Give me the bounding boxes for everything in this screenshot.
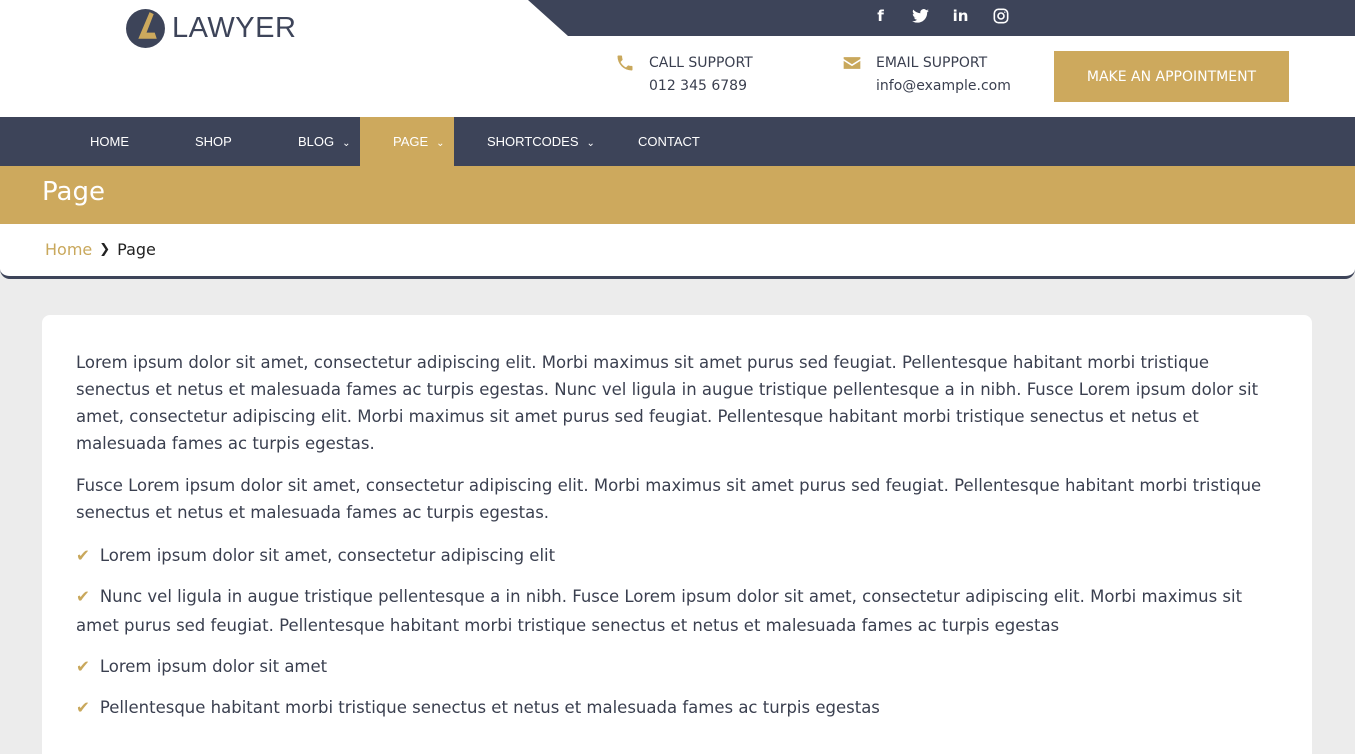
nav-contact-label: CONTACT [638, 134, 700, 149]
nav-page[interactable]: PAGE ⌄ [360, 117, 454, 166]
breadcrumb-current: Page [117, 240, 156, 259]
nav-home[interactable]: HOME [90, 117, 129, 166]
check-icon: ✔ [76, 587, 90, 606]
paragraph: Fusce Lorem ipsum dolor sit amet, consec… [76, 476, 1262, 522]
content-card: Lorem ipsum dolor sit amet, consectetur … [42, 315, 1312, 754]
list-item: ✔ Pellentesque habitant morbi tristique s… [76, 693, 1271, 722]
check-icon: ✔ [76, 546, 90, 565]
page-content: Lorem ipsum dolor sit amet, consectetur … [76, 349, 1271, 734]
breadcrumb: Home ❯ Page [45, 240, 156, 259]
list-item: ✔ Nunc vel ligula in augue tristique pell… [76, 582, 1271, 640]
nav-shop-label: SHOP [195, 134, 232, 149]
breadcrumb-home[interactable]: Home [45, 240, 92, 259]
list-item: ✔ Lorem ipsum dolor sit amet [76, 652, 1271, 681]
phone-number[interactable]: 012 345 6789 [649, 73, 753, 99]
chevron-down-icon: ⌄ [586, 138, 595, 149]
nav-home-label: HOME [90, 134, 129, 149]
list-item-text: Lorem ipsum dolor sit amet [99, 657, 328, 676]
twitter-icon[interactable] [908, 5, 933, 27]
paragraph: Lorem ipsum dolor sit amet, consectetur … [76, 353, 1259, 453]
site-logo[interactable]: LAWYER [125, 8, 296, 49]
email-support-label: EMAIL SUPPORT [876, 55, 988, 71]
page-title: Page [42, 177, 105, 207]
check-icon: ✔ [76, 657, 90, 676]
nav-contact[interactable]: CONTACT [638, 117, 700, 166]
phone-icon [617, 55, 633, 71]
nav-blog-label: BLOG [298, 134, 335, 149]
facebook-icon[interactable]: f [868, 5, 893, 27]
envelope-icon [843, 57, 861, 69]
chevron-down-icon: ⌄ [436, 138, 445, 149]
list-item-text: Nunc vel ligula in augue tristique pelle… [76, 587, 1243, 635]
nav-shortcodes-label: SHORTCODES [487, 134, 579, 149]
breadcrumb-bar: Home ❯ Page [0, 224, 1355, 279]
nav-blog[interactable]: BLOG ⌄ [298, 117, 351, 166]
list-item-text: Lorem ipsum dolor sit amet, consectetur … [99, 546, 556, 565]
nav-shop[interactable]: SHOP [195, 117, 232, 166]
main-nav: HOME SHOP BLOG ⌄ PAGE ⌄ SHORTCODES ⌄ CONTAC… [0, 117, 1355, 166]
logo-icon [126, 9, 165, 48]
make-appointment-button[interactable]: MAKE AN APPOINTMENT [1054, 51, 1289, 102]
linkedin-icon[interactable]: in [948, 5, 973, 27]
nav-shortcodes[interactable]: SHORTCODES ⌄ [487, 117, 595, 166]
site-header: f in LAWYER CALL SUPPORT 012 345 6789 EM… [0, 0, 1355, 117]
nav-page-label: PAGE [393, 134, 429, 149]
brand-name: LAWYER [172, 12, 297, 44]
chevron-down-icon: ⌄ [342, 138, 351, 149]
page-title-band: Page [0, 166, 1355, 224]
email-support: EMAIL SUPPORT info@example.com [842, 53, 1011, 99]
instagram-icon[interactable] [988, 5, 1013, 27]
call-support-label: CALL SUPPORT [649, 55, 753, 71]
list-item: ✔ Lorem ipsum dolor sit amet, consectetur… [76, 541, 1271, 570]
chevron-right-icon: ❯ [99, 242, 111, 257]
check-list: ✔ Lorem ipsum dolor sit amet, consectetur… [76, 541, 1271, 722]
call-support: CALL SUPPORT 012 345 6789 [615, 53, 753, 99]
check-icon: ✔ [76, 698, 90, 717]
social-links: f in [868, 5, 1013, 27]
list-item-text: Pellentesque habitant morbi tristique se… [99, 698, 880, 717]
email-address[interactable]: info@example.com [876, 73, 1011, 99]
